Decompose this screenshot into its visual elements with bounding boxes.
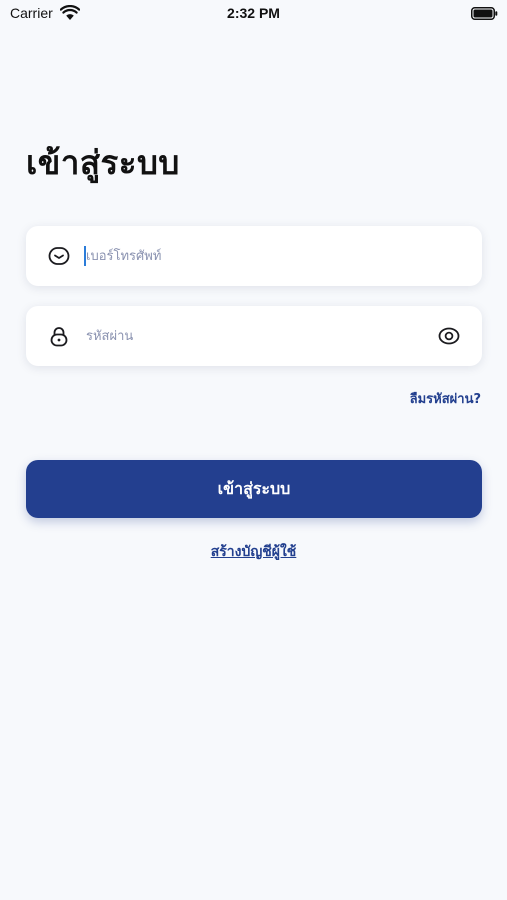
text-caret [84, 246, 86, 266]
phone-input[interactable] [84, 240, 416, 272]
status-time: 2:32 PM [227, 5, 280, 21]
login-button[interactable]: เข้าสู่ระบบ [26, 460, 482, 518]
create-account-link[interactable]: สร้างบัญชีผู้ใช้ [0, 541, 507, 563]
phone-field[interactable] [26, 226, 482, 286]
status-bar: Carrier 2:32 PM [0, 0, 507, 28]
password-field[interactable] [26, 306, 482, 366]
forgot-password-link[interactable]: ลืมรหัสผ่าน? [410, 388, 481, 409]
phone-icon [48, 247, 70, 265]
battery-icon [471, 7, 498, 20]
password-input[interactable] [84, 320, 416, 352]
eye-icon[interactable] [438, 325, 460, 347]
page-title: เข้าสู่ระบบ [26, 143, 180, 182]
lock-icon [50, 327, 68, 347]
